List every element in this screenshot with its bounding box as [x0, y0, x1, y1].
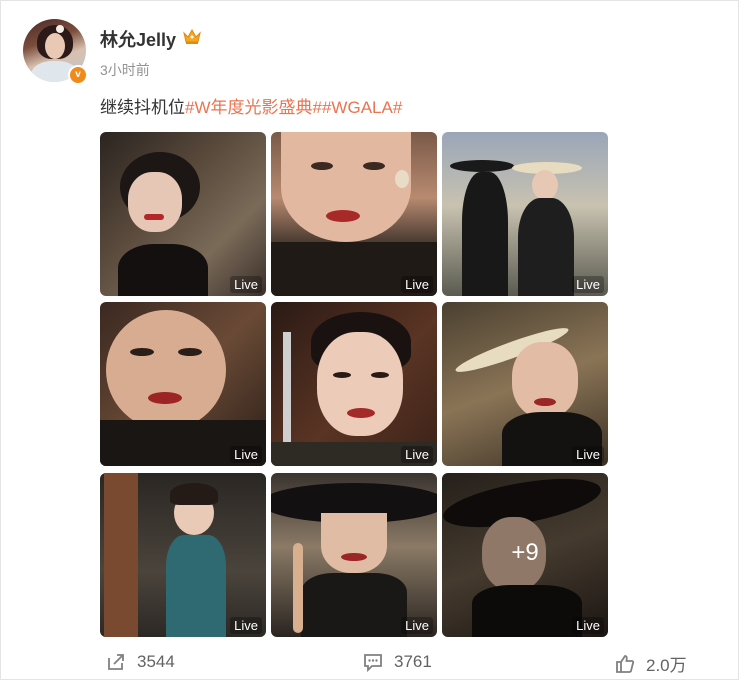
image-thumbnail[interactable]: Live	[442, 132, 608, 296]
comment-count: 3761	[394, 652, 432, 671]
post-text: 继续抖机位#W年度光影盛典##WGALA#	[100, 93, 402, 118]
image-thumbnail[interactable]: Live	[100, 302, 266, 466]
weibo-post-card: v 林允Jelly 3小时前 继续抖机位#W年度光影盛典##WGALA# Liv…	[0, 0, 739, 680]
more-images-count: +9	[511, 539, 539, 566]
post-text-plain: 继续抖机位	[100, 98, 185, 117]
repost-icon	[108, 654, 124, 670]
image-thumbnail[interactable]: Live	[271, 132, 437, 296]
repost-button[interactable]: 3544	[105, 651, 175, 673]
live-badge: Live	[401, 617, 433, 634]
username[interactable]: 林允Jelly	[100, 26, 176, 52]
live-badge: Live	[230, 276, 262, 293]
image-thumbnail[interactable]: Live	[271, 473, 437, 637]
image-thumbnail[interactable]: Live	[100, 473, 266, 637]
hashtag-link[interactable]: #W年度光影盛典#	[185, 98, 322, 117]
crown-icon[interactable]	[182, 28, 202, 45]
action-bar: 3544 3761 2.0万	[1, 641, 747, 681]
live-badge: Live	[572, 617, 604, 634]
like-count: 2.0万	[646, 656, 687, 675]
thumbs-up-icon	[616, 654, 635, 673]
comment-button[interactable]: 3761	[362, 651, 432, 673]
live-badge: Live	[230, 617, 262, 634]
hashtag-link[interactable]: #WGALA#	[322, 98, 402, 117]
image-grid: Live Live Live Live Live Live Live Live …	[100, 132, 608, 638]
live-badge: Live	[572, 446, 604, 463]
comment-icon	[364, 654, 382, 673]
repost-count: 3544	[137, 652, 175, 671]
image-thumbnail-more[interactable]: +9 Live	[442, 473, 608, 637]
live-badge: Live	[401, 276, 433, 293]
verified-badge-icon: v	[68, 65, 88, 85]
image-thumbnail[interactable]: Live	[271, 302, 437, 466]
image-thumbnail[interactable]: Live	[100, 132, 266, 296]
live-badge: Live	[401, 446, 433, 463]
live-badge: Live	[572, 276, 604, 293]
post-timestamp[interactable]: 3小时前	[100, 60, 150, 80]
like-button[interactable]: 2.0万	[614, 651, 687, 676]
image-thumbnail[interactable]: Live	[442, 302, 608, 466]
live-badge: Live	[230, 446, 262, 463]
